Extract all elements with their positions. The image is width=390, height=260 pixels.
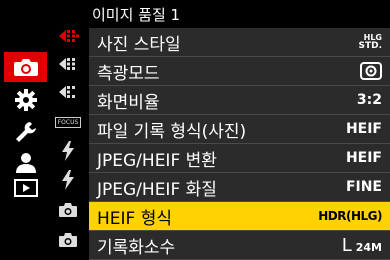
menu-item-value: HDR(HLG) bbox=[318, 209, 382, 223]
tab-custom[interactable] bbox=[4, 85, 47, 115]
menu-item-label: 측광모드 bbox=[97, 63, 160, 84]
menu-item-jpeg-heif-quality[interactable]: JPEG/HEIF 화질 FINE bbox=[89, 173, 390, 202]
menu-item-picture-size[interactable]: 기록화소수 L 24M bbox=[89, 231, 390, 260]
sub-tab-1[interactable] bbox=[47, 22, 89, 50]
playback-icon bbox=[13, 179, 38, 197]
wrench-icon bbox=[15, 122, 36, 142]
tab-playback[interactable] bbox=[4, 173, 47, 203]
flash-icon bbox=[62, 141, 74, 161]
menu-item-label: JPEG/HEIF 변환 bbox=[97, 150, 217, 171]
sub-tab-column: FOCUS bbox=[47, 0, 89, 260]
camera-small-icon bbox=[59, 203, 77, 217]
tab-setup[interactable] bbox=[4, 117, 47, 147]
person-icon bbox=[15, 153, 36, 173]
menu-item-label: 화면비율 bbox=[97, 92, 160, 113]
sub-tab-3[interactable] bbox=[47, 78, 89, 106]
image-quality-icon bbox=[59, 30, 79, 42]
flash-icon bbox=[62, 170, 74, 190]
sub-tab-camera-1[interactable] bbox=[47, 196, 89, 224]
menu-item-value: HEIF bbox=[345, 121, 382, 137]
menu-item-label: 사진 스타일 bbox=[97, 34, 181, 55]
main-tab-column bbox=[0, 0, 47, 260]
gear-icon bbox=[14, 89, 37, 111]
menu-item-value: HEIF bbox=[345, 150, 382, 166]
tab-photo[interactable] bbox=[4, 52, 47, 82]
sub-tab-flash-1[interactable] bbox=[47, 137, 89, 165]
image-quality-icon bbox=[59, 58, 75, 70]
menu-item-file-format[interactable]: 파일 기록 형식(사진) HEIF bbox=[89, 115, 390, 144]
sub-tab-camera-2[interactable] bbox=[47, 226, 89, 254]
menu-item-jpeg-heif-convert[interactable]: JPEG/HEIF 변환 HEIF bbox=[89, 144, 390, 173]
menu-item-label: HEIF 형식 bbox=[97, 208, 173, 229]
menu-item-heif-format[interactable]: HEIF 형식 HDR(HLG) bbox=[89, 202, 390, 231]
focus-icon: FOCUS bbox=[54, 116, 82, 128]
picture-size-value: L 24M bbox=[341, 234, 382, 256]
image-quality-icon bbox=[59, 86, 75, 98]
menu-page-title: 이미지 품질 1 bbox=[92, 5, 181, 24]
menu-item-value: 3:2 bbox=[356, 92, 382, 108]
sub-tab-flash-2[interactable] bbox=[47, 166, 89, 194]
camera-icon bbox=[13, 59, 38, 76]
menu-item-metering-mode[interactable]: 측광모드 bbox=[89, 57, 390, 86]
sub-tab-2[interactable] bbox=[47, 50, 89, 78]
menu-item-aspect-ratio[interactable]: 화면비율 3:2 bbox=[89, 86, 390, 115]
menu-item-label: 파일 기록 형식(사진) bbox=[97, 121, 247, 142]
menu-item-label: 기록화소수 bbox=[97, 237, 176, 258]
metering-icon bbox=[360, 62, 382, 80]
sub-tab-focus[interactable]: FOCUS bbox=[47, 108, 89, 136]
camera-small-icon bbox=[59, 233, 77, 247]
menu-item-photo-style[interactable]: 사진 스타일 HLG STD. bbox=[89, 28, 390, 57]
photo-style-icon: HLG STD. bbox=[358, 33, 382, 51]
menu-item-label: JPEG/HEIF 화질 bbox=[97, 179, 217, 200]
menu-list: 사진 스타일 HLG STD. 측광모드 화면비율 3:2 파일 기록 형식(사… bbox=[89, 28, 390, 260]
menu-item-value: FINE bbox=[345, 179, 382, 195]
